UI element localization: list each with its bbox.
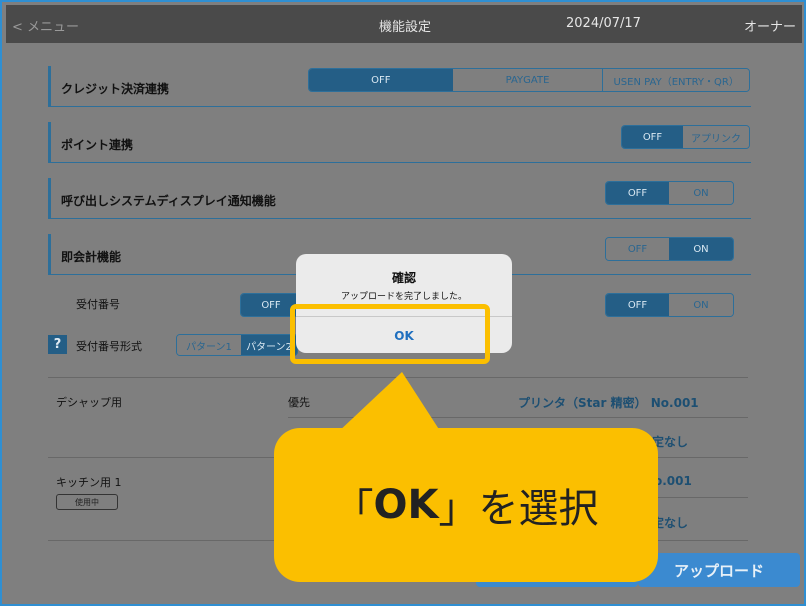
instruction-open-bracket: 「 [333, 486, 374, 532]
instruction-text: 「OK」を選択 [274, 428, 658, 582]
instruction-ok: OK [373, 482, 439, 528]
instruction-callout: 「OK」を選択 [274, 428, 658, 582]
instruction-close-bracket: 」 [438, 486, 479, 532]
app-frame: < メニュー 機能設定 2024/07/17 オーナー クレジット決済連携 OF… [0, 0, 806, 606]
instruction-rest: を選択 [478, 486, 599, 532]
